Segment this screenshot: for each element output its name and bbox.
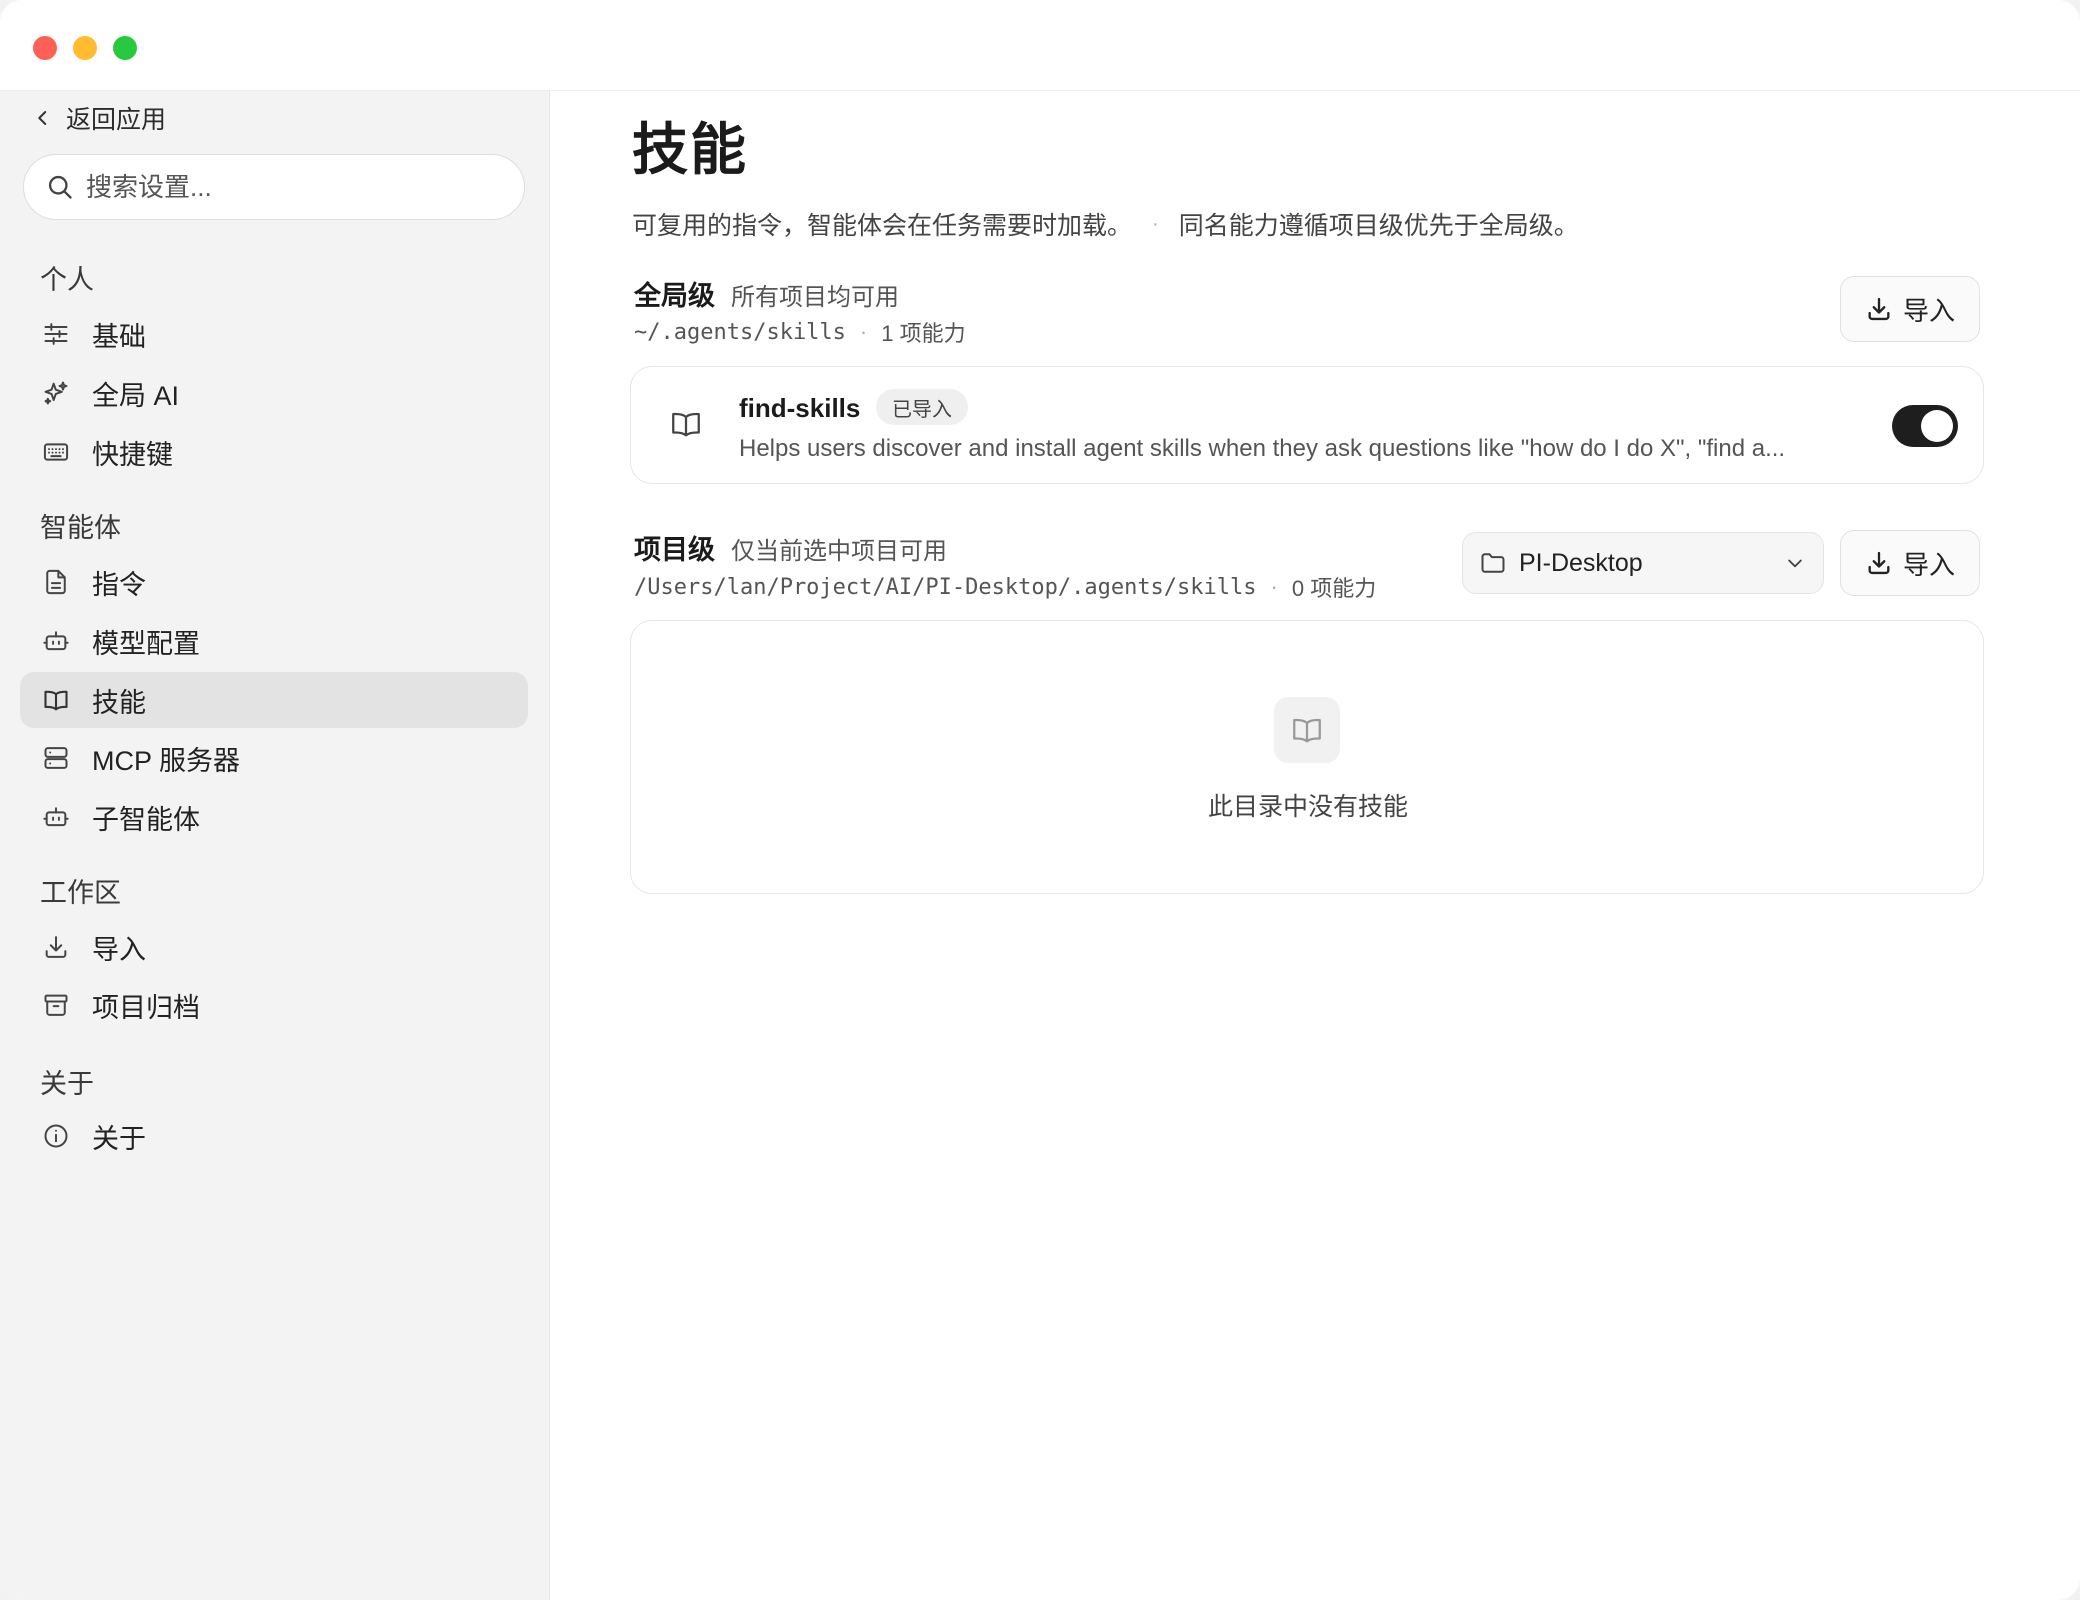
page-description: 可复用的指令，智能体会在任务需要时加载。 · 同名能力遵循项目级优先于全局级。: [632, 206, 1579, 242]
project-path-line: /Users/lan/Project/AI/PI-Desktop/.agents…: [634, 571, 1376, 603]
skill-card: find-skills 已导入 Helps users discover and…: [630, 366, 1984, 484]
path-separator: ·: [1270, 574, 1278, 599]
section-title-agent: 智能体: [40, 513, 121, 543]
robot-icon: [41, 626, 71, 656]
project-path: /Users/lan/Project/AI/PI-Desktop/.agents…: [634, 574, 1257, 600]
skill-enabled-toggle[interactable]: [1892, 405, 1958, 447]
sidebar-item-import[interactable]: 导入: [20, 919, 528, 975]
sidebar-item-label: 基础: [92, 321, 146, 352]
maximize-window-button[interactable]: [113, 36, 137, 60]
search-input[interactable]: [86, 171, 506, 203]
sidebar-item-label: 技能: [92, 687, 146, 718]
download-icon: [1868, 297, 1890, 321]
keyboard-icon: [41, 437, 71, 467]
skill-description: Helps users discover and install agent s…: [739, 435, 1786, 462]
sidebar-item-instructions[interactable]: 指令: [20, 554, 528, 610]
document-icon: [41, 567, 71, 597]
chevron-down-icon: [1788, 559, 1802, 568]
global-skill-count: 1 项能力: [881, 321, 966, 346]
back-to-app-link[interactable]: 返回应用: [34, 100, 166, 136]
skill-name: find-skills: [739, 393, 861, 423]
project-group-header: 项目级 仅当前选中项目可用: [634, 528, 947, 567]
sidebar-item-about[interactable]: 关于: [20, 1108, 528, 1164]
sidebar-item-model-config[interactable]: 模型配置: [20, 613, 528, 669]
sidebar-item-global-ai[interactable]: 全局 AI: [20, 365, 528, 421]
path-separator: ·: [859, 319, 868, 344]
sidebar-item-basic[interactable]: 基础: [20, 306, 528, 362]
global-group-header: 全局级 所有项目均可用: [634, 274, 899, 313]
project-group-title: 项目级: [634, 535, 715, 565]
sparkles-icon: [41, 378, 71, 408]
book-icon: [41, 685, 71, 715]
sidebar-item-label: 全局 AI: [92, 380, 180, 411]
section-title-personal: 个人: [40, 265, 94, 295]
download-icon: [41, 932, 71, 962]
sidebar-item-project-archive[interactable]: 项目归档: [20, 977, 528, 1033]
sidebar-item-mcp-servers[interactable]: MCP 服务器: [20, 730, 528, 786]
sidebar-item-shortcuts[interactable]: 快捷键: [20, 424, 528, 480]
global-import-button[interactable]: 导入: [1840, 276, 1980, 342]
imported-badge: 已导入: [876, 389, 968, 425]
archive-icon: [41, 990, 71, 1020]
close-window-button[interactable]: [33, 36, 57, 60]
description-text: 可复用的指令，智能体会在任务需要时加载。: [632, 212, 1133, 240]
project-select-dropdown[interactable]: PI-Desktop: [1462, 532, 1824, 594]
search-box[interactable]: [23, 154, 525, 220]
project-group-subtitle: 仅当前选中项目可用: [731, 538, 947, 565]
sidebar-item-label: 快捷键: [92, 439, 173, 470]
sidebar-item-sub-agents[interactable]: 子智能体: [20, 789, 528, 845]
minimize-window-button[interactable]: [73, 36, 97, 60]
info-icon: [41, 1121, 71, 1151]
download-icon: [1868, 551, 1890, 575]
global-path: ~/.agents/skills: [634, 319, 846, 345]
global-group-title: 全局级: [634, 281, 715, 311]
chevron-left-icon: [38, 111, 47, 125]
empty-state-text: 此目录中没有技能: [1207, 793, 1408, 821]
back-label: 返回应用: [66, 106, 167, 134]
description-note: 同名能力遵循项目级优先于全局级。: [1178, 212, 1579, 240]
sidebar-item-label: MCP 服务器: [92, 745, 241, 776]
robot-icon: [41, 802, 71, 832]
sidebar-item-label: 指令: [92, 569, 146, 600]
app-window: 返回应用 个人 基础 全局 AI 快捷键 智能体 指令 模型配置: [0, 0, 2080, 1600]
sidebar-item-label: 子智能体: [92, 804, 200, 835]
project-import-button[interactable]: 导入: [1840, 530, 1980, 596]
section-title-workspace: 工作区: [40, 878, 121, 908]
selected-project: PI-Desktop: [1519, 548, 1643, 577]
empty-state-card: 此目录中没有技能: [630, 620, 1984, 894]
book-icon: [1274, 697, 1340, 763]
sidebar-item-label: 关于: [92, 1123, 146, 1154]
sliders-icon: [41, 319, 71, 349]
sidebar-item-label: 项目归档: [92, 992, 200, 1023]
global-group-subtitle: 所有项目均可用: [731, 284, 899, 311]
project-skill-count: 0 项能力: [1291, 576, 1377, 601]
search-icon: [48, 175, 72, 199]
sidebar-item-label: 模型配置: [92, 628, 200, 659]
global-path-line: ~/.agents/skills · 1 项能力: [634, 316, 966, 348]
import-label: 导入: [1902, 295, 1955, 326]
import-label: 导入: [1902, 549, 1955, 580]
sidebar-item-label: 导入: [92, 934, 146, 965]
book-icon: [669, 407, 703, 441]
title-bar: [0, 0, 2080, 91]
description-separator: ·: [1152, 212, 1159, 235]
toggle-knob: [1921, 410, 1953, 442]
server-icon: [41, 743, 71, 773]
section-title-about: 关于: [40, 1069, 94, 1099]
page-title: 技能: [632, 118, 748, 181]
sidebar-item-skills[interactable]: 技能: [20, 672, 528, 728]
folder-icon: [1481, 553, 1505, 573]
